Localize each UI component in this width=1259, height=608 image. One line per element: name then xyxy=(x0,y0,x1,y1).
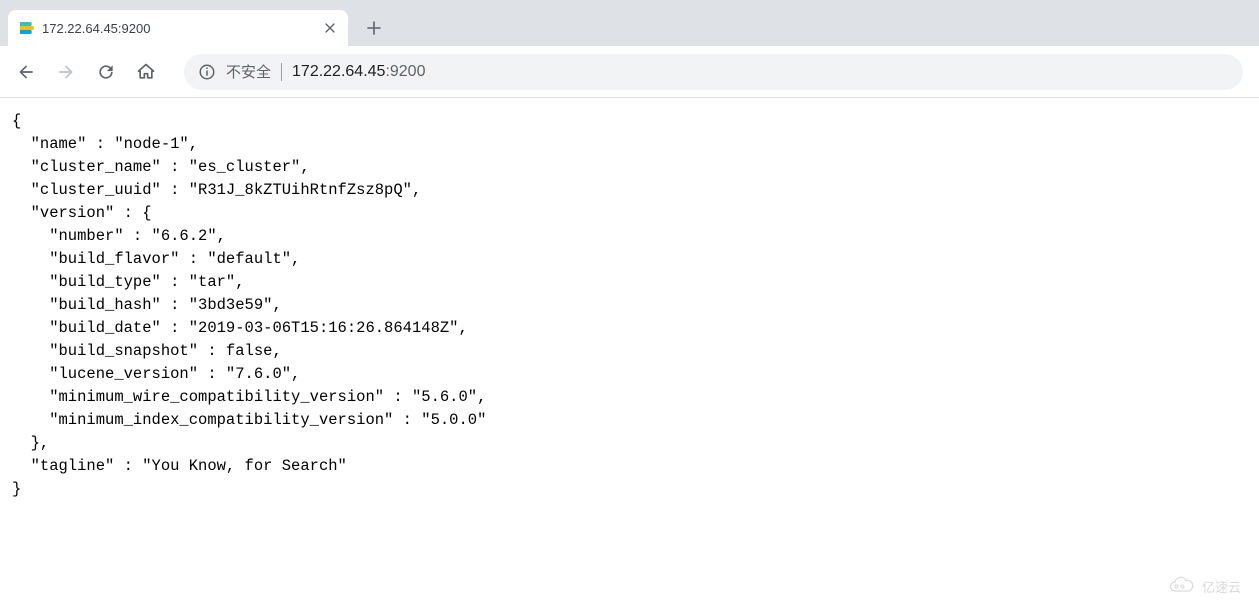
address-bar[interactable]: 不安全 172.22.64.45:9200 xyxy=(184,54,1243,90)
browser-toolbar: 不安全 172.22.64.45:9200 xyxy=(0,46,1259,98)
new-tab-button[interactable] xyxy=(360,14,388,42)
forward-button[interactable] xyxy=(48,54,84,90)
browser-tab[interactable]: 172.22.64.45:9200 xyxy=(8,10,348,46)
close-tab-icon[interactable] xyxy=(322,20,338,36)
json-response: { ″name″ : ″node-1″, ″cluster_name″ : ″e… xyxy=(0,98,1259,513)
watermark-text: 亿速云 xyxy=(1202,577,1241,596)
elasticsearch-favicon xyxy=(18,20,34,36)
home-button[interactable] xyxy=(128,54,164,90)
divider xyxy=(281,63,282,81)
info-icon[interactable] xyxy=(198,63,216,81)
tab-title: 172.22.64.45:9200 xyxy=(42,21,314,36)
url-display: 172.22.64.45:9200 xyxy=(292,63,425,81)
security-label: 不安全 xyxy=(226,61,271,82)
tab-strip: 172.22.64.45:9200 xyxy=(0,0,1259,46)
cloud-icon xyxy=(1166,576,1196,596)
watermark: 亿速云 xyxy=(1166,576,1241,596)
reload-button[interactable] xyxy=(88,54,124,90)
back-button[interactable] xyxy=(8,54,44,90)
